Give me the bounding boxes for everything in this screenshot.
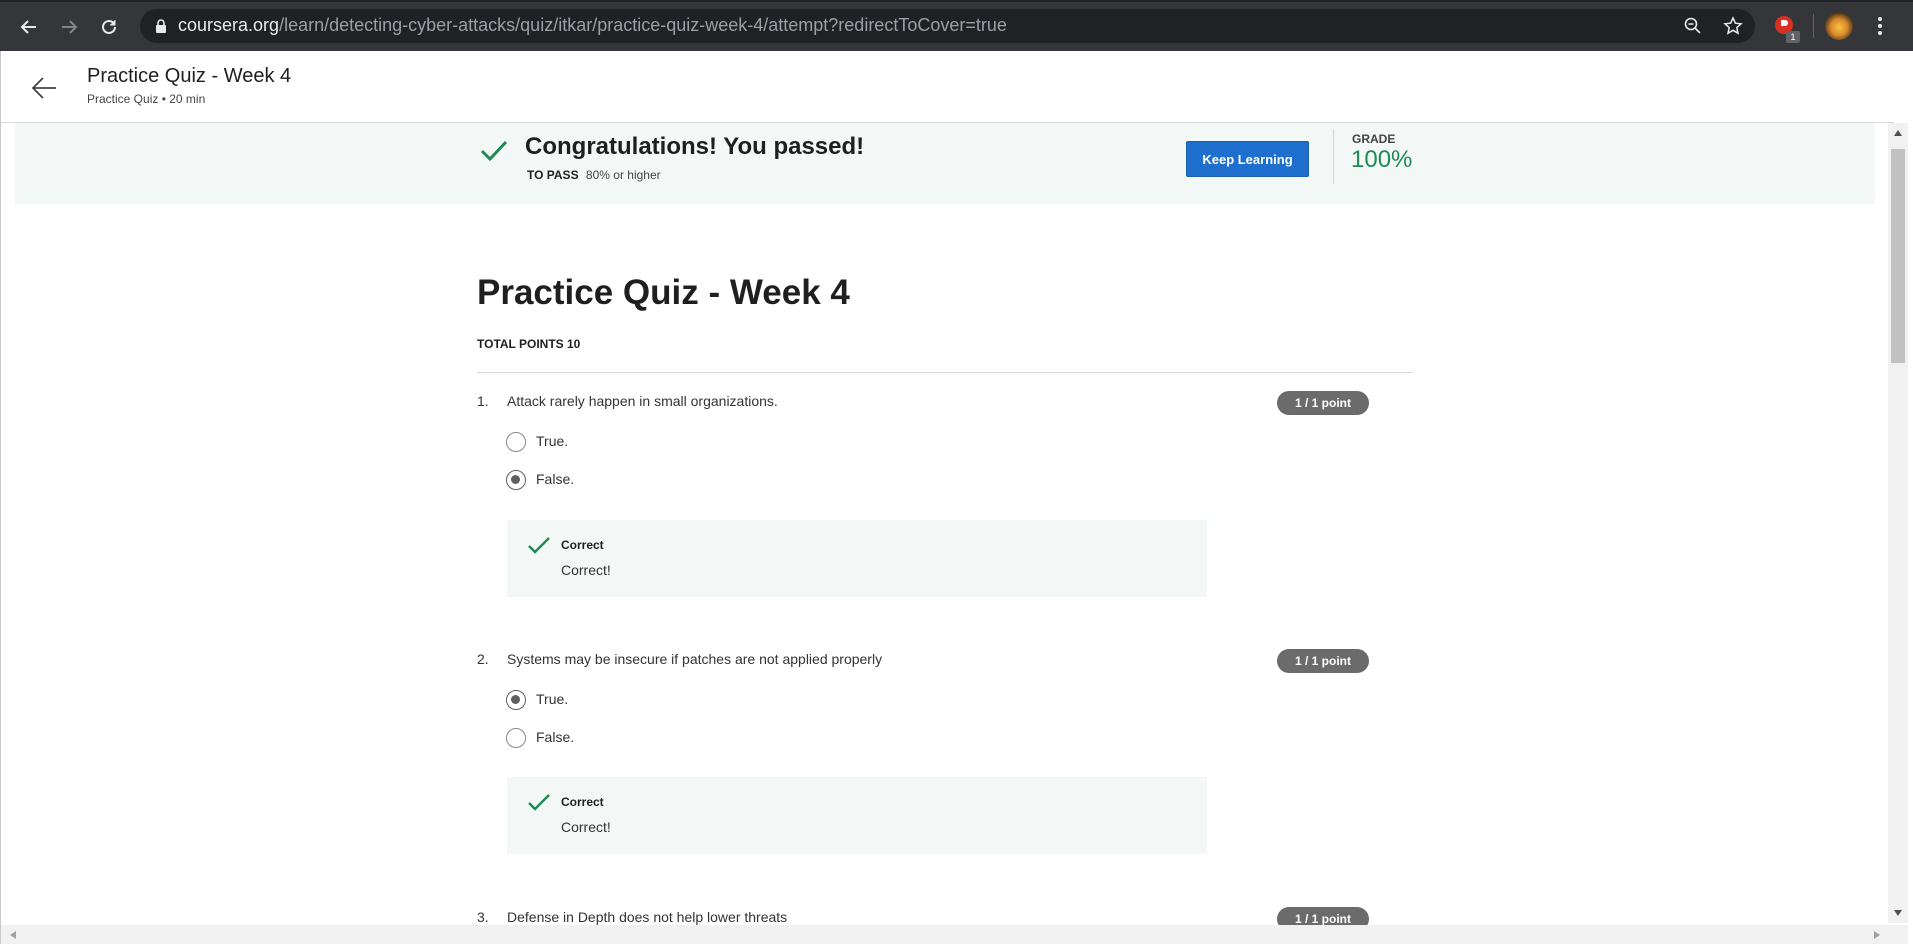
- radio-false[interactable]: [506, 728, 526, 748]
- header-subtitle: Practice Quiz • 20 min: [87, 92, 206, 106]
- to-pass-label: TO PASS: [527, 168, 579, 182]
- question-text: Attack rarely happen in small organizati…: [507, 393, 778, 409]
- option-label[interactable]: True.: [536, 433, 568, 449]
- back-icon[interactable]: [15, 13, 43, 41]
- points-badge: 1 / 1 point: [1277, 391, 1369, 415]
- horizontal-scrollbar[interactable]: [1, 925, 1908, 944]
- question-number: 3.: [477, 909, 489, 925]
- option-label[interactable]: False.: [536, 471, 574, 487]
- to-pass-info: TO PASS 80% or higher: [527, 168, 661, 182]
- check-icon: [479, 137, 509, 165]
- keep-learning-button[interactable]: Keep Learning: [1186, 141, 1309, 177]
- feedback-text: Correct!: [561, 819, 611, 835]
- question-text: Systems may be insecure if patches are n…: [507, 651, 883, 667]
- page-content: Practice Quiz - Week 4 Practice Quiz • 2…: [0, 51, 1913, 944]
- toolbar-divider: [1813, 14, 1814, 38]
- reload-icon[interactable]: [95, 13, 123, 41]
- tab-strip: [0, 0, 1913, 2]
- feedback-box: Correct Correct!: [507, 777, 1207, 854]
- grade-divider: [1333, 129, 1334, 184]
- to-pass-value: 80% or higher: [585, 168, 661, 182]
- question-number: 2.: [477, 651, 489, 667]
- quiz-title: Practice Quiz - Week 4: [477, 273, 850, 312]
- vertical-scrollbar-thumb[interactable]: [1891, 149, 1905, 363]
- extension-badge: 1: [1786, 31, 1800, 43]
- url-text[interactable]: coursera.org/learn/detecting-cyber-attac…: [178, 15, 1007, 36]
- grade-label: GRADE: [1352, 132, 1396, 146]
- points-badge: 1 / 1 point: [1277, 649, 1369, 673]
- browser-toolbar: coursera.org/learn/detecting-cyber-attac…: [0, 0, 1913, 51]
- feedback-title: Correct: [561, 795, 604, 809]
- more-menu-icon[interactable]: [1872, 14, 1888, 38]
- feedback-box: Correct Correct!: [507, 520, 1207, 597]
- pass-banner: [15, 123, 1875, 204]
- url-path: /learn/detecting-cyber-attacks/quiz/itka…: [279, 15, 1007, 35]
- feedback-text: Correct!: [561, 562, 611, 578]
- option-label[interactable]: False.: [536, 729, 574, 745]
- option-label[interactable]: True.: [536, 691, 568, 707]
- lock-icon[interactable]: [149, 14, 173, 38]
- question-text: Defense in Depth does not help lower thr…: [507, 909, 788, 925]
- forward-icon[interactable]: [55, 13, 83, 41]
- radio-true[interactable]: [506, 432, 526, 452]
- divider: [477, 372, 1413, 373]
- zoom-icon[interactable]: [1681, 14, 1705, 38]
- grade-value: 100%: [1351, 146, 1413, 173]
- back-arrow-icon[interactable]: [29, 73, 59, 103]
- url-host: coursera.org: [178, 15, 280, 35]
- total-points: TOTAL POINTS 10: [477, 337, 581, 351]
- check-icon: [527, 536, 551, 556]
- course-header: Practice Quiz - Week 4 Practice Quiz • 2…: [1, 51, 1894, 123]
- radio-true-selected[interactable]: [506, 690, 526, 710]
- header-title: Practice Quiz - Week 4: [87, 65, 292, 87]
- feedback-title: Correct: [561, 538, 604, 552]
- pass-message: Congratulations! You passed!: [525, 133, 865, 160]
- check-icon: [527, 793, 551, 813]
- radio-false-selected[interactable]: [506, 470, 526, 490]
- profile-avatar[interactable]: [1825, 12, 1853, 40]
- question-number: 1.: [477, 393, 489, 409]
- bookmark-star-icon[interactable]: [1721, 14, 1745, 38]
